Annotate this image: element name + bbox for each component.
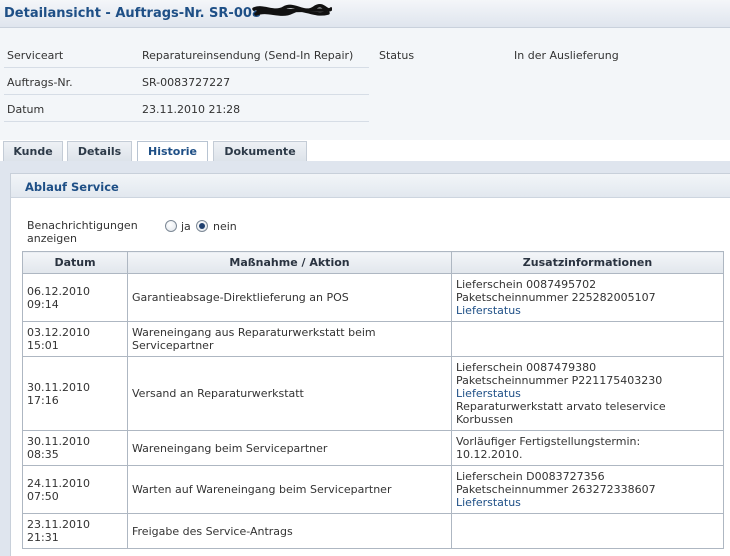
cell-action: Freigabe des Service-Antrags: [127, 513, 452, 549]
redaction-scribble: [252, 4, 332, 16]
cell-info: [451, 321, 724, 357]
table-row: 30.11.2010 17:16 Versand an Reparaturwer…: [22, 356, 724, 431]
tab-kunde[interactable]: Kunde: [3, 141, 63, 161]
time-text: 08:35: [27, 448, 59, 461]
cell-date: 23.11.2010 21:31: [22, 513, 128, 549]
radio-nein[interactable]: [196, 220, 208, 232]
divider: [4, 67, 369, 68]
table-row: 06.12.2010 09:14 Garantieabsage-Direktli…: [22, 273, 724, 322]
info-line: Paketscheinnummer 225282005107: [456, 291, 656, 304]
info-line: Paketscheinnummer 263272338607: [456, 483, 656, 496]
cell-info: Lieferschein D0083727356 Paketscheinnumm…: [451, 465, 724, 514]
serviceart-label: Serviceart: [7, 49, 64, 62]
tab-bar: Kunde Details Historie Dokumente: [0, 141, 730, 162]
radio-ja-label[interactable]: ja: [181, 220, 191, 233]
date-text: 30.11.2010: [27, 380, 90, 394]
tab-details[interactable]: Details: [67, 141, 132, 161]
time-text: 09:14: [27, 297, 59, 311]
date-text: 03.12.2010: [27, 326, 90, 339]
cell-info: Lieferschein 0087479380 Paketscheinnumme…: [451, 356, 724, 431]
cell-date: 06.12.2010 09:14: [22, 273, 128, 322]
history-table: Datum Maßnahme / Aktion Zusatzinformatio…: [22, 251, 724, 549]
page-title: Detailansicht - Auftrags-Nr. SR-008: [4, 6, 261, 21]
serviceart-value: Reparatureinsendung (Send-In Repair): [142, 49, 354, 62]
date-text: 06.12.2010: [27, 284, 90, 298]
order-header-panel: Serviceart Reparatureinsendung (Send-In …: [0, 28, 730, 140]
section-title: Ablauf Service: [25, 180, 119, 194]
cell-info: [451, 513, 724, 549]
time-text: 15:01: [27, 339, 59, 352]
column-header-zusatzinfo: Zusatzinformationen: [451, 251, 724, 274]
cell-action: Warten auf Wareneingang beim Servicepart…: [127, 465, 452, 514]
info-line: Paketscheinnummer P221175403230: [456, 374, 663, 387]
info-line: Reparaturwerkstatt arvato teleservice: [456, 400, 666, 413]
lieferstatus-link[interactable]: Lieferstatus: [456, 304, 719, 317]
cell-info: Lieferschein 0087495702 Paketscheinnumme…: [451, 273, 724, 322]
info-line: Lieferschein 0087495702: [456, 278, 597, 291]
status-value: In der Auslieferung: [514, 49, 619, 62]
table-row: 23.11.2010 21:31 Freigabe des Service-An…: [22, 513, 724, 549]
datum-label: Datum: [7, 103, 45, 116]
divider: [4, 121, 369, 122]
info-line: 10.12.2010.: [456, 448, 523, 461]
auftrag-value: SR-0083727227: [142, 76, 231, 89]
cell-date: 30.11.2010 17:16: [22, 356, 128, 431]
lieferstatus-link[interactable]: Lieferstatus: [456, 387, 719, 400]
tab-historie[interactable]: Historie: [137, 141, 208, 162]
cell-info: Vorläufiger Fertigstellungstermin: 10.12…: [451, 430, 724, 466]
radio-ja[interactable]: [165, 220, 177, 232]
cell-action: Wareneingang beim Servicepartner: [127, 430, 452, 466]
info-line: Lieferschein 0087479380: [456, 361, 597, 374]
lieferstatus-link[interactable]: Lieferstatus: [456, 496, 719, 509]
time-text: 07:50: [27, 489, 59, 503]
title-bar: Detailansicht - Auftrags-Nr. SR-008: [0, 0, 730, 28]
date-text: 30.11.2010: [27, 435, 90, 448]
status-label: Status: [379, 49, 415, 62]
divider: [4, 94, 369, 95]
info-line: Vorläufiger Fertigstellungstermin:: [456, 435, 641, 448]
auftrag-label: Auftrags-Nr.: [7, 76, 73, 89]
radio-nein-label[interactable]: nein: [213, 220, 237, 233]
info-line: Korbussen: [456, 413, 514, 426]
tab-content: Ablauf Service Benachrichtigungen anzeig…: [0, 161, 730, 556]
time-text: 17:16: [27, 393, 59, 407]
column-header-aktion: Maßnahme / Aktion: [127, 251, 452, 274]
cell-action: Garantieabsage-Direktlieferung an POS: [127, 273, 452, 322]
info-line: Lieferschein D0083727356: [456, 470, 605, 483]
cell-date: 03.12.2010 15:01: [22, 321, 128, 357]
column-header-datum: Datum: [22, 251, 128, 274]
date-text: 24.11.2010: [27, 476, 90, 490]
cell-date: 24.11.2010 07:50: [22, 465, 128, 514]
section-header: Ablauf Service: [11, 174, 730, 198]
tab-dokumente[interactable]: Dokumente: [213, 141, 307, 161]
date-text: 23.11.2010: [27, 518, 90, 531]
notify-label: Benachrichtigungen anzeigen: [27, 219, 138, 245]
ablauf-service-section: Ablauf Service Benachrichtigungen anzeig…: [10, 173, 730, 556]
cell-date: 30.11.2010 08:35: [22, 430, 128, 466]
time-text: 21:31: [27, 531, 59, 544]
table-row: 30.11.2010 08:35 Wareneingang beim Servi…: [22, 430, 724, 466]
datum-value: 23.11.2010 21:28: [142, 103, 241, 116]
cell-action: Wareneingang aus Reparaturwerkstatt beim…: [127, 321, 452, 357]
cell-action: Versand an Reparaturwerkstatt: [127, 356, 452, 431]
table-row: 24.11.2010 07:50 Warten auf Wareneingang…: [22, 465, 724, 514]
table-header-row: Datum Maßnahme / Aktion Zusatzinformatio…: [22, 251, 724, 274]
table-row: 03.12.2010 15:01 Wareneingang aus Repara…: [22, 321, 724, 357]
